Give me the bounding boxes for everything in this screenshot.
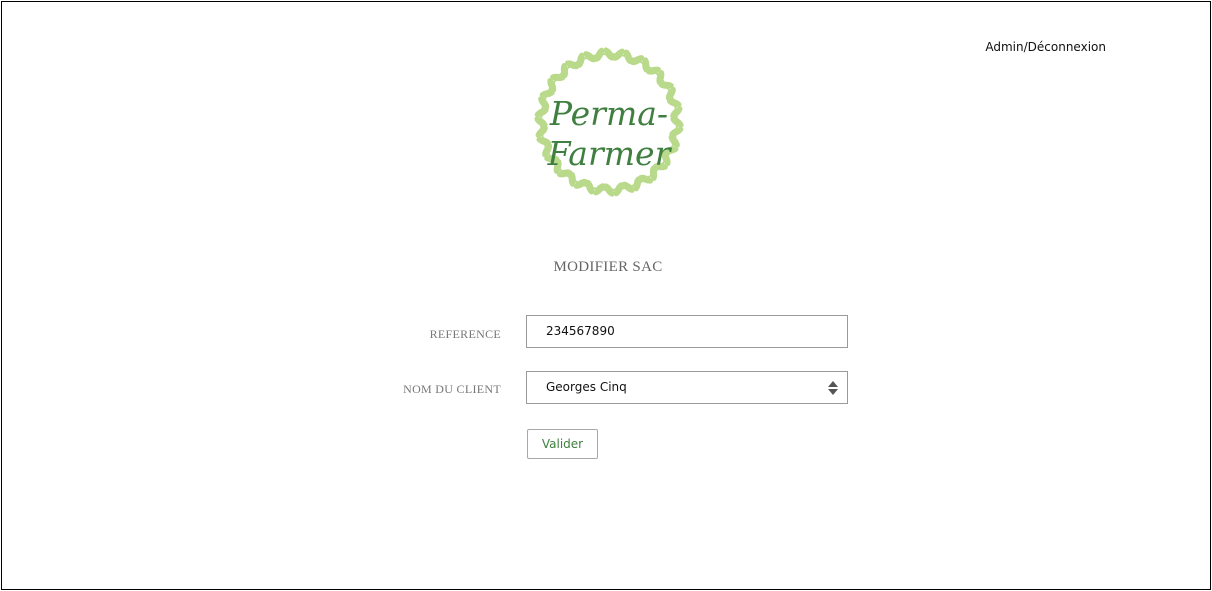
reference-label: REFERENCE (429, 327, 501, 341)
wreath-leaf (658, 81, 674, 89)
reference-input[interactable]: 234567890 (526, 315, 848, 348)
client-name-selected: Georges Cinq (546, 380, 627, 394)
select-arrows-icon (828, 381, 838, 395)
wreath-leaf (633, 176, 642, 192)
client-name-select[interactable]: Georges Cinq (526, 371, 848, 404)
client-name-label: NOM DU CLIENT (403, 382, 501, 396)
wreath-leaf (576, 52, 585, 68)
admin-logout-link[interactable]: Admin/Déconnexion (985, 40, 1106, 54)
page-title: MODIFIER SAC (553, 259, 663, 275)
reference-value: 234567890 (546, 324, 615, 338)
page-frame: Admin/Déconnexion Perma-Farmer MODIFIER … (1, 1, 1211, 590)
perma-farmer-logo: Perma-Farmer (499, 40, 719, 200)
validate-button[interactable]: Valider (527, 429, 598, 459)
logo-text: Perma-Farmer (547, 94, 671, 173)
